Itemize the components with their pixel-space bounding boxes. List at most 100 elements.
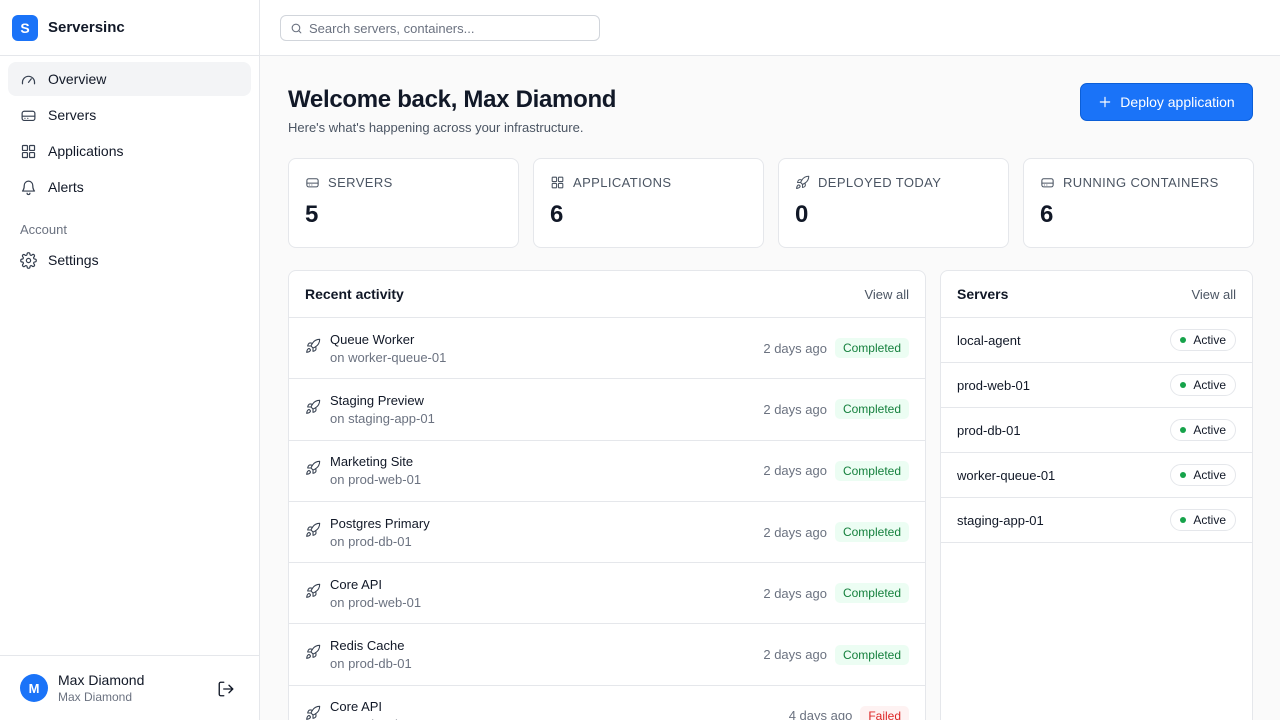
activity-row[interactable]: Core APIon prod-web-014 days agoFailed: [289, 686, 925, 720]
server-name: staging-app-01: [957, 512, 1044, 528]
stat-card-servers: SERVERS 5: [288, 158, 519, 248]
topbar: [260, 0, 1280, 56]
status-badge: Completed: [834, 338, 909, 359]
logout-button[interactable]: [217, 680, 235, 698]
status-dot: [1180, 382, 1187, 388]
page-subtitle: Here's what's happening across your infr…: [288, 120, 584, 135]
rocket-icon: [305, 338, 321, 359]
status-badge: Active: [1170, 464, 1236, 486]
activity-target: on prod-web-01: [330, 472, 422, 488]
activity-row[interactable]: Marketing Site on prod-web-01 2 days ago Co…: [289, 441, 925, 502]
status-badge: Active: [1170, 509, 1236, 531]
sidebar-item-label: Servers: [48, 107, 97, 123]
server-row[interactable]: prod-db-01 Active: [941, 408, 1252, 453]
server-row[interactable]: worker-queue-01 Active: [941, 453, 1252, 498]
status-label: Active: [1193, 378, 1226, 392]
activity-target: on prod-db-01: [330, 533, 412, 549]
sidebar-item-label: Overview: [48, 71, 107, 87]
brand-logo: S: [12, 14, 38, 41]
search-box[interactable]: [280, 15, 600, 41]
activity-name: Core API: [330, 576, 383, 592]
rocket-icon: [305, 522, 321, 543]
sidebar-item-servers[interactable]: Servers: [8, 98, 251, 132]
search-input[interactable]: [309, 20, 589, 36]
status-badge: Completed: [834, 460, 909, 481]
page-title: Welcome back, Max Diamond: [288, 86, 617, 113]
user-subtitle: Max Diamond: [58, 690, 133, 704]
status-badge: Completed: [834, 522, 909, 543]
rocket-icon: [306, 522, 321, 537]
stat-value: 6: [550, 201, 564, 228]
server-list: local-agent Active prod-web-01 Active prod-d…: [941, 318, 1252, 543]
gauge-icon: [21, 75, 36, 84]
sidebar-item-label: Settings: [48, 252, 99, 268]
rocket-icon: [306, 706, 321, 720]
main-content: Welcome back, Max Diamond Here's what's …: [260, 56, 1280, 720]
servers-card: Servers View all local-agent Active prod-w…: [940, 270, 1253, 720]
status-badge: Completed: [834, 583, 909, 604]
avatar[interactable]: M: [20, 674, 48, 702]
view-all-link[interactable]: View all: [864, 287, 909, 302]
status-badge: Active: [1170, 419, 1236, 441]
sidebar-nav: Overview Servers Applications Alerts Acc…: [0, 56, 259, 277]
server-icon: [21, 110, 36, 121]
grid-icon: [21, 144, 36, 158]
server-name: worker-queue-01: [957, 467, 1056, 483]
status-badge: Failed: [860, 705, 909, 720]
activity-row[interactable]: Staging Preview on staging-app-01 2 days a…: [289, 379, 925, 441]
stat-label: SERVERS: [328, 175, 393, 190]
rocket-icon: [306, 399, 321, 414]
deploy-application-button[interactable]: Deploy application: [1080, 83, 1253, 121]
activity-name: Core API: [330, 699, 383, 715]
server-icon: [306, 178, 319, 188]
activity-name: Staging Preview: [330, 392, 424, 408]
user-profile: M Max Diamond Max Diamond: [0, 655, 259, 720]
activity-name: Redis Cache: [330, 638, 405, 654]
server-name: prod-db-01: [957, 422, 1021, 438]
rocket-icon: [305, 583, 321, 604]
activity-list: Queue Worker on worker-queue-01 2 days ago…: [289, 318, 925, 720]
status-badge: Completed: [834, 644, 909, 665]
status-dot: [1180, 517, 1187, 523]
stat-card-deployed-today: DEPLOYED TODAY 0: [778, 158, 1009, 248]
rocket-icon: [306, 338, 321, 353]
activity-name: Marketing Site: [330, 454, 414, 470]
card-title: Servers: [957, 286, 1009, 302]
activity-time: 2 days ago: [763, 463, 827, 479]
sidebar-item-settings[interactable]: Settings: [8, 243, 251, 277]
rocket-icon: [305, 460, 321, 481]
stat-card-running-containers: RUNNING CONTAINERS 6: [1023, 158, 1254, 248]
status-label: Active: [1193, 468, 1226, 482]
activity-time: 2 days ago: [763, 524, 827, 540]
sidebar-item-applications[interactable]: Applications: [8, 134, 251, 168]
activity-row[interactable]: Redis Cache on prod-db-01 2 days ago Comple…: [289, 624, 925, 686]
activity-row[interactable]: Queue Worker on worker-queue-01 2 days ago…: [289, 318, 925, 380]
sidebar-item-overview[interactable]: Overview: [8, 62, 251, 96]
activity-row[interactable]: Postgres Primary on prod-db-01 2 days ago C…: [289, 502, 925, 564]
stat-value: 5: [305, 201, 319, 228]
status-label: Active: [1193, 513, 1226, 527]
status-label: Active: [1193, 423, 1226, 437]
rocket-icon: [306, 644, 321, 659]
rocket-icon: [306, 583, 321, 598]
stat-label: APPLICATIONS: [573, 175, 672, 190]
activity-row[interactable]: Core API on prod-web-01 2 days ago Complete…: [289, 563, 925, 625]
sidebar-item-alerts[interactable]: Alerts: [8, 170, 251, 204]
status-label: Active: [1193, 333, 1226, 347]
grid-icon: [551, 176, 564, 189]
server-row[interactable]: staging-app-01 Active: [941, 498, 1252, 543]
activity-time: 2 days ago: [763, 585, 827, 601]
server-row[interactable]: prod-web-01 Active: [941, 363, 1252, 408]
status-dot: [1180, 427, 1187, 433]
server-icon: [1041, 178, 1054, 188]
deploy-button-label: Deploy application: [1120, 94, 1235, 110]
plus-icon: [1100, 96, 1111, 108]
sidebar-item-label: Alerts: [48, 179, 84, 195]
view-all-link[interactable]: View all: [1191, 287, 1236, 302]
brand[interactable]: S Serversinc: [0, 0, 259, 56]
activity-target: on prod-web-01: [330, 594, 422, 610]
rocket-icon: [305, 705, 321, 720]
nav-section-account: Account: [20, 222, 67, 237]
status-badge: Active: [1170, 374, 1236, 396]
server-row[interactable]: local-agent Active: [941, 318, 1252, 363]
